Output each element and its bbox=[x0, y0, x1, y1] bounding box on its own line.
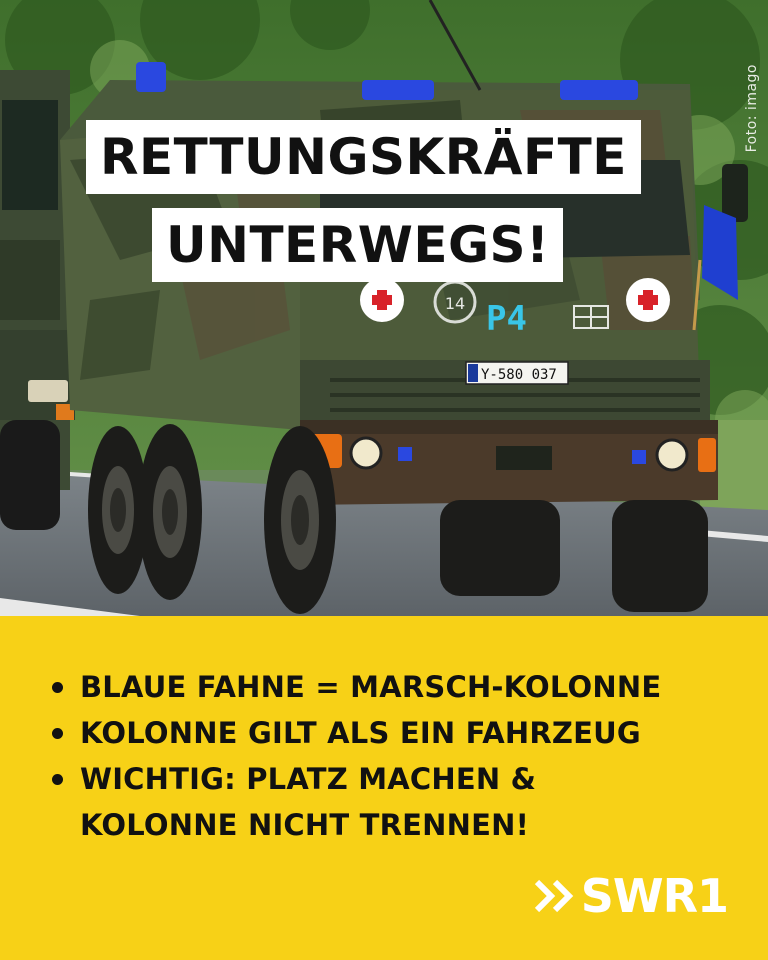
post-card: 14 P4 Y-580 037 Foto: imago RETTUNGSKRÄF… bbox=[0, 0, 768, 960]
bullet-list: BLAUE FAHNE = MARSCH-KOLONNE KOLONNE GIL… bbox=[52, 664, 732, 848]
bullet-text: KOLONNE GILT ALS EIN FAHRZEUG bbox=[80, 716, 641, 750]
bullet-item: KOLONNE GILT ALS EIN FAHRZEUG bbox=[52, 710, 732, 756]
headline-line-1: RETTUNGSKRÄFTE bbox=[86, 120, 641, 194]
license-plate: Y-580 037 bbox=[481, 367, 557, 383]
swr1-wordmark: SWR1 bbox=[580, 869, 729, 923]
hood-mark: P4 bbox=[486, 299, 527, 339]
bullet-text-continued: KOLONNE NICHT TRENNEN! bbox=[80, 808, 530, 842]
convoy-photo: 14 P4 Y-580 037 Foto: imago RETTUNGSKRÄF… bbox=[0, 0, 768, 616]
info-panel: BLAUE FAHNE = MARSCH-KOLONNE KOLONNE GIL… bbox=[0, 616, 768, 960]
bullet-item: WICHTIG: PLATZ MACHEN & KOLONNE NICHT TR… bbox=[52, 756, 732, 848]
bullet-text: WICHTIG: PLATZ MACHEN & bbox=[80, 762, 537, 796]
hood-number: 14 bbox=[445, 294, 465, 313]
bullet-dot-icon bbox=[52, 774, 63, 785]
double-chevron-icon bbox=[533, 878, 577, 914]
military-truck-illustration: 14 P4 Y-580 037 bbox=[0, 0, 768, 616]
photo-credit: Foto: imago bbox=[744, 64, 760, 153]
swr1-logo: SWR1 bbox=[533, 868, 729, 924]
bullet-dot-icon bbox=[52, 682, 63, 693]
headline-line-2: UNTERWEGS! bbox=[152, 208, 564, 282]
bullet-item: BLAUE FAHNE = MARSCH-KOLONNE bbox=[52, 664, 732, 710]
bullet-text: BLAUE FAHNE = MARSCH-KOLONNE bbox=[80, 670, 662, 704]
bullet-dot-icon bbox=[52, 728, 63, 739]
